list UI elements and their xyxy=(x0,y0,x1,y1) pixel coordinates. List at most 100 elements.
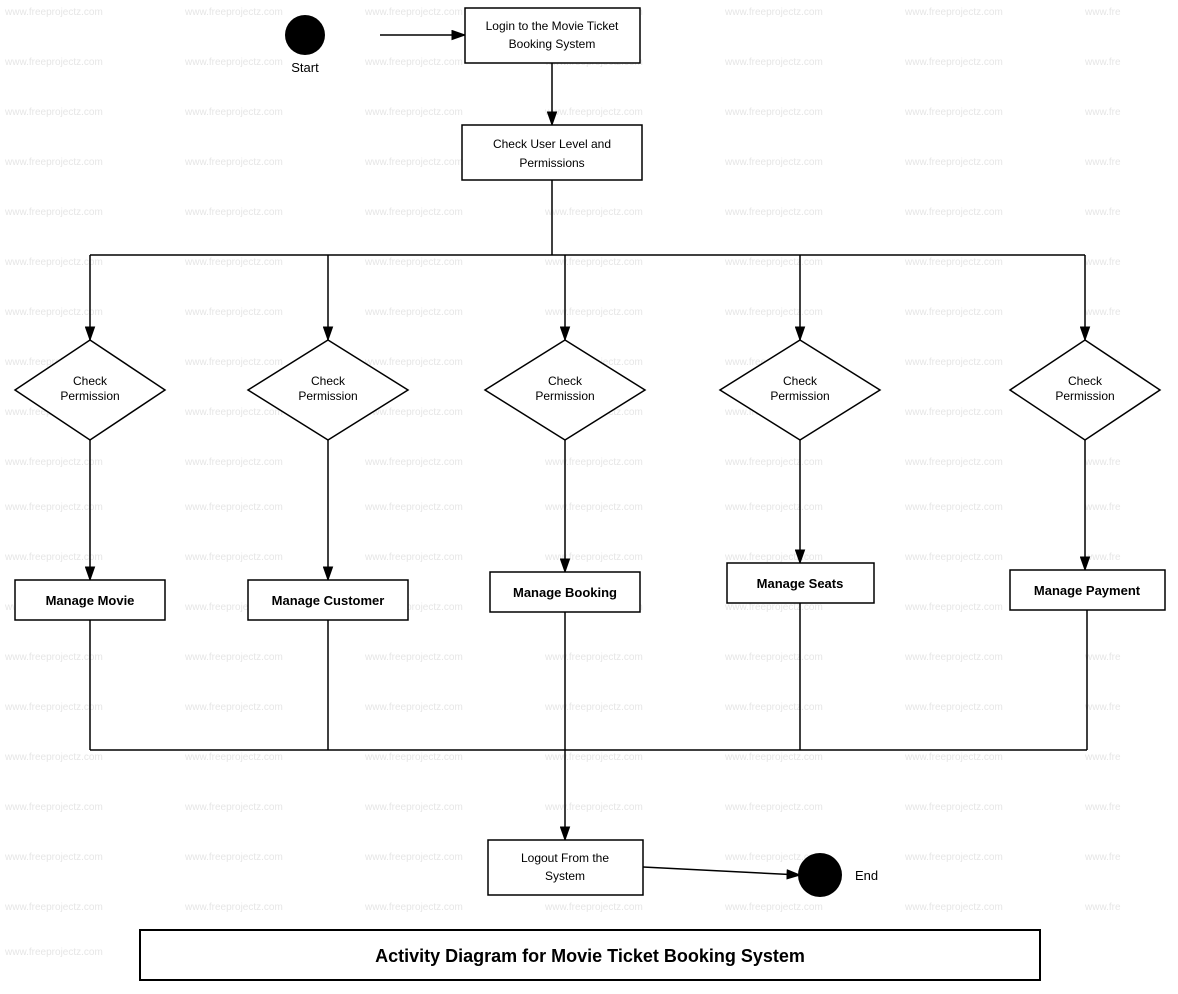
svg-text:www.freeprojectz.com: www.freeprojectz.com xyxy=(364,307,463,318)
svg-text:www.fre: www.fre xyxy=(1084,207,1121,218)
svg-text:www.freeprojectz.com: www.freeprojectz.com xyxy=(4,207,103,218)
svg-text:www.freeprojectz.com: www.freeprojectz.com xyxy=(4,552,103,563)
end-label: End xyxy=(855,868,878,883)
svg-text:www.freeprojectz.com: www.freeprojectz.com xyxy=(184,752,283,763)
svg-text:www.freeprojectz.com: www.freeprojectz.com xyxy=(724,57,823,68)
svg-text:www.freeprojectz.com: www.freeprojectz.com xyxy=(544,802,643,813)
svg-text:www.freeprojectz.com: www.freeprojectz.com xyxy=(904,752,1003,763)
svg-text:www.freeprojectz.com: www.freeprojectz.com xyxy=(544,307,643,318)
svg-text:www.freeprojectz.com: www.freeprojectz.com xyxy=(364,257,463,268)
check-perm4-line1: Check xyxy=(783,374,818,388)
svg-text:www.freeprojectz.com: www.freeprojectz.com xyxy=(184,502,283,513)
start-label: Start xyxy=(291,60,319,75)
check-perm4-line2: Permission xyxy=(770,389,829,403)
svg-text:www.freeprojectz.com: www.freeprojectz.com xyxy=(184,552,283,563)
svg-text:www.freeprojectz.com: www.freeprojectz.com xyxy=(364,752,463,763)
svg-text:www.freeprojectz.com: www.freeprojectz.com xyxy=(184,257,283,268)
svg-text:www.freeprojectz.com: www.freeprojectz.com xyxy=(364,357,463,368)
logout-box xyxy=(488,840,643,895)
svg-text:www.freeprojectz.com: www.freeprojectz.com xyxy=(904,307,1003,318)
svg-text:www.freeprojectz.com: www.freeprojectz.com xyxy=(724,457,823,468)
svg-text:www.freeprojectz.com: www.freeprojectz.com xyxy=(184,902,283,913)
svg-text:www.freeprojectz.com: www.freeprojectz.com xyxy=(904,702,1003,713)
svg-text:www.freeprojectz.com: www.freeprojectz.com xyxy=(4,257,103,268)
svg-text:www.freeprojectz.com: www.freeprojectz.com xyxy=(724,802,823,813)
svg-text:www.freeprojectz.com: www.freeprojectz.com xyxy=(544,257,643,268)
login-label-line2: Booking System xyxy=(509,37,596,51)
svg-text:www.freeprojectz.com: www.freeprojectz.com xyxy=(184,7,283,18)
svg-text:www.freeprojectz.com: www.freeprojectz.com xyxy=(904,902,1003,913)
svg-text:www.fre: www.fre xyxy=(1084,307,1121,318)
check-perm5-line2: Permission xyxy=(1055,389,1114,403)
svg-text:www.freeprojectz.com: www.freeprojectz.com xyxy=(724,7,823,18)
svg-text:www.freeprojectz.com: www.freeprojectz.com xyxy=(904,502,1003,513)
svg-text:www.freeprojectz.com: www.freeprojectz.com xyxy=(724,502,823,513)
svg-text:www.freeprojectz.com: www.freeprojectz.com xyxy=(904,357,1003,368)
svg-text:www.freeprojectz.com: www.freeprojectz.com xyxy=(364,502,463,513)
svg-text:www.freeprojectz.com: www.freeprojectz.com xyxy=(364,852,463,863)
check-perm1-line1: Check xyxy=(73,374,108,388)
check-user-level-line2: Permissions xyxy=(519,156,584,170)
svg-text:www.freeprojectz.com: www.freeprojectz.com xyxy=(364,457,463,468)
svg-text:www.freeprojectz.com: www.freeprojectz.com xyxy=(724,257,823,268)
svg-text:www.freeprojectz.com: www.freeprojectz.com xyxy=(184,852,283,863)
svg-text:www.fre: www.fre xyxy=(1084,107,1121,118)
svg-text:www.freeprojectz.com: www.freeprojectz.com xyxy=(4,57,103,68)
svg-text:www.freeprojectz.com: www.freeprojectz.com xyxy=(4,702,103,713)
check-perm5-line1: Check xyxy=(1068,374,1103,388)
svg-text:www.freeprojectz.com: www.freeprojectz.com xyxy=(904,457,1003,468)
logout-line2: System xyxy=(545,869,585,883)
logout-line1: Logout From the xyxy=(521,851,609,865)
svg-text:www.freeprojectz.com: www.freeprojectz.com xyxy=(364,207,463,218)
diagram-container: www.freeprojectz.com www.freeprojectz.co… xyxy=(0,0,1178,994)
diagram-svg: www.freeprojectz.com www.freeprojectz.co… xyxy=(0,0,1178,994)
svg-text:www.freeprojectz.com: www.freeprojectz.com xyxy=(724,652,823,663)
check-perm1-line2: Permission xyxy=(60,389,119,403)
login-label-line1: Login to the Movie Ticket xyxy=(486,19,619,33)
svg-text:www.freeprojectz.com: www.freeprojectz.com xyxy=(364,7,463,18)
svg-text:www.freeprojectz.com: www.freeprojectz.com xyxy=(184,107,283,118)
svg-text:www.freeprojectz.com: www.freeprojectz.com xyxy=(184,652,283,663)
svg-text:www.freeprojectz.com: www.freeprojectz.com xyxy=(724,157,823,168)
svg-text:www.freeprojectz.com: www.freeprojectz.com xyxy=(184,457,283,468)
svg-text:www.freeprojectz.com: www.freeprojectz.com xyxy=(724,207,823,218)
check-perm2-line2: Permission xyxy=(298,389,357,403)
svg-text:www.freeprojectz.com: www.freeprojectz.com xyxy=(364,157,463,168)
svg-text:www.freeprojectz.com: www.freeprojectz.com xyxy=(544,752,643,763)
svg-text:www.freeprojectz.com: www.freeprojectz.com xyxy=(184,57,283,68)
check-perm3-line1: Check xyxy=(548,374,583,388)
svg-text:www.freeprojectz.com: www.freeprojectz.com xyxy=(904,257,1003,268)
svg-text:www.freeprojectz.com: www.freeprojectz.com xyxy=(724,902,823,913)
check-user-level-line1: Check User Level and xyxy=(493,137,611,151)
svg-text:www.freeprojectz.com: www.freeprojectz.com xyxy=(184,357,283,368)
svg-text:www.freeprojectz.com: www.freeprojectz.com xyxy=(4,457,103,468)
manage-booking-label: Manage Booking xyxy=(513,585,617,600)
svg-text:www.freeprojectz.com: www.freeprojectz.com xyxy=(904,57,1003,68)
svg-text:www.freeprojectz.com: www.freeprojectz.com xyxy=(724,752,823,763)
svg-text:www.freeprojectz.com: www.freeprojectz.com xyxy=(184,207,283,218)
svg-text:www.fre: www.fre xyxy=(1084,502,1121,513)
diagram-title: Activity Diagram for Movie Ticket Bookin… xyxy=(375,946,805,966)
svg-text:www.freeprojectz.com: www.freeprojectz.com xyxy=(904,852,1003,863)
svg-text:www.fre: www.fre xyxy=(1084,902,1121,913)
svg-text:www.freeprojectz.com: www.freeprojectz.com xyxy=(904,802,1003,813)
svg-text:www.freeprojectz.com: www.freeprojectz.com xyxy=(904,157,1003,168)
svg-text:www.freeprojectz.com: www.freeprojectz.com xyxy=(184,307,283,318)
svg-text:www.freeprojectz.com: www.freeprojectz.com xyxy=(544,902,643,913)
svg-text:www.freeprojectz.com: www.freeprojectz.com xyxy=(184,407,283,418)
svg-text:www.fre: www.fre xyxy=(1084,702,1121,713)
svg-text:www.freeprojectz.com: www.freeprojectz.com xyxy=(724,702,823,713)
login-box xyxy=(465,8,640,63)
check-perm2-line1: Check xyxy=(311,374,346,388)
manage-payment-label: Manage Payment xyxy=(1034,583,1141,598)
svg-text:www.freeprojectz.com: www.freeprojectz.com xyxy=(4,307,103,318)
svg-text:www.freeprojectz.com: www.freeprojectz.com xyxy=(904,602,1003,613)
svg-text:www.fre: www.fre xyxy=(1084,652,1121,663)
svg-text:www.freeprojectz.com: www.freeprojectz.com xyxy=(364,802,463,813)
svg-text:www.freeprojectz.com: www.freeprojectz.com xyxy=(364,107,463,118)
svg-text:www.fre: www.fre xyxy=(1084,57,1121,68)
svg-text:www.freeprojectz.com: www.freeprojectz.com xyxy=(544,652,643,663)
svg-text:www.freeprojectz.com: www.freeprojectz.com xyxy=(544,457,643,468)
svg-text:www.freeprojectz.com: www.freeprojectz.com xyxy=(544,502,643,513)
svg-text:www.freeprojectz.com: www.freeprojectz.com xyxy=(904,107,1003,118)
